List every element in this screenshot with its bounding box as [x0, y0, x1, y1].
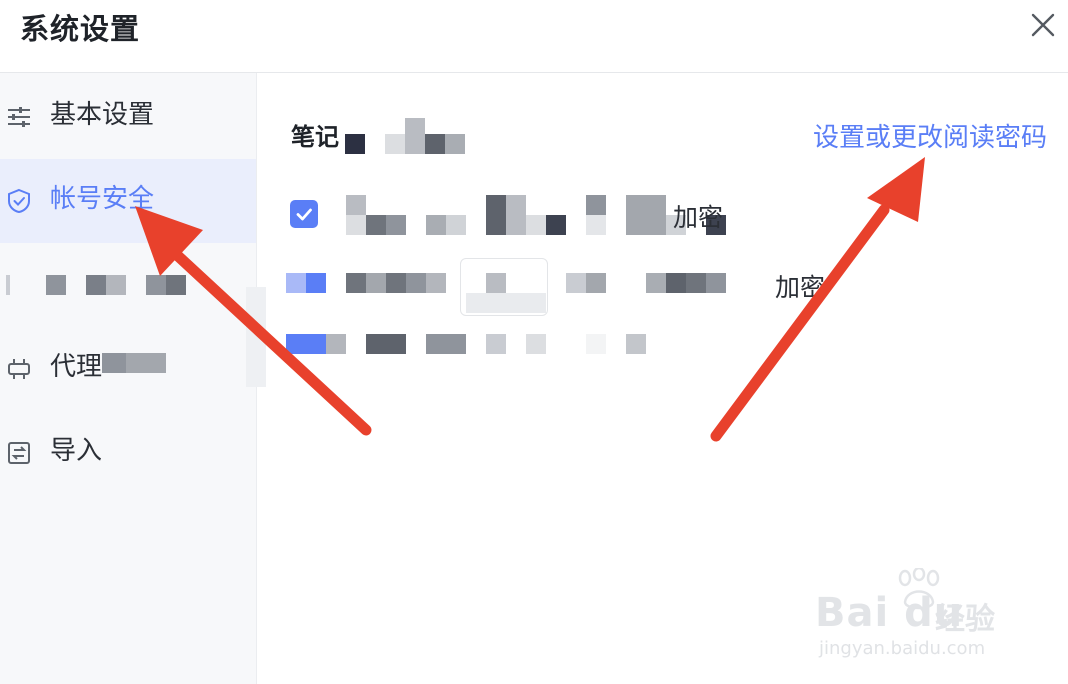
- encrypt-option-label: 加密: [673, 203, 724, 232]
- shield-icon: [8, 188, 30, 214]
- sidebar-item-label: 代理: [50, 352, 103, 382]
- close-icon[interactable]: [1028, 10, 1058, 40]
- import-icon: [8, 442, 30, 464]
- sidebar-item-obscured[interactable]: [0, 243, 256, 327]
- encrypt-option-checkbox[interactable]: [290, 200, 318, 228]
- pixelated-block: [126, 353, 166, 373]
- sidebar-item-proxy[interactable]: 代理: [0, 327, 256, 411]
- pixelated-block: [102, 353, 126, 373]
- watermark-url: jingyan.baidu.com: [819, 638, 986, 659]
- sidebar-item-account-security[interactable]: 帐号安全: [0, 159, 256, 243]
- sliders-icon: [8, 107, 30, 127]
- sidebar-item-label: 导入: [50, 436, 103, 466]
- sidebar-item-basic-settings[interactable]: 基本设置: [0, 75, 256, 159]
- dialog-header: 系统设置: [0, 0, 1068, 73]
- sidebar-item-label: 基本设置: [50, 100, 155, 130]
- plug-icon: [8, 359, 30, 379]
- sidebar-item-label: 帐号安全: [50, 184, 155, 214]
- baidu-jingyan-watermark: Bai du 经验 jingyan.baidu.com: [815, 568, 1015, 668]
- settings-sidebar: 基本设置 帐号安全 代理 导入: [0, 73, 266, 684]
- auto-lock-label: 加密: [775, 273, 826, 302]
- sidebar-item-import[interactable]: 导入: [0, 411, 256, 495]
- watermark-brand-cn: 经验: [935, 602, 995, 637]
- set-reading-password-link[interactable]: 设置或更改阅读密码: [813, 117, 1047, 154]
- dialog-title: 系统设置: [20, 12, 141, 46]
- section-title: 笔记: [291, 123, 339, 151]
- check-icon: [296, 208, 312, 221]
